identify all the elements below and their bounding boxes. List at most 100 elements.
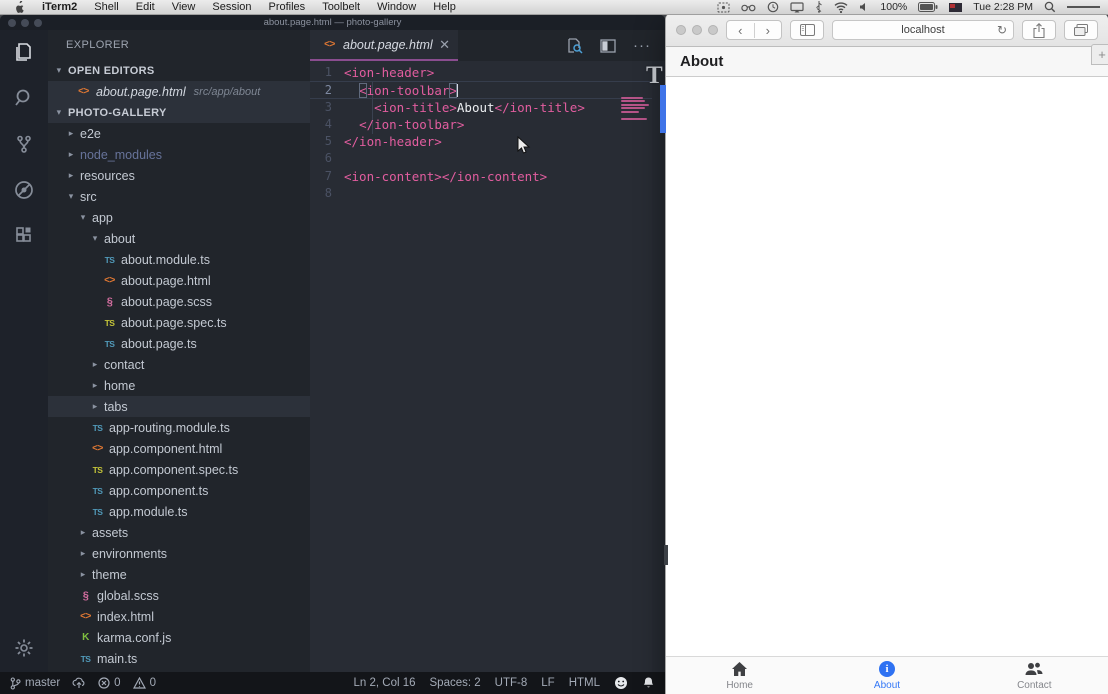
share-button[interactable] (1022, 20, 1056, 40)
sync-button[interactable] (72, 676, 86, 690)
tree-file-about.page.ts[interactable]: TSabout.page.ts (48, 333, 310, 354)
project-root-header[interactable]: ▾ PHOTO-GALLERY (48, 102, 310, 123)
debug-icon[interactable] (12, 178, 36, 202)
menu-profiles[interactable]: Profiles (269, 1, 306, 13)
menu-session[interactable]: Session (212, 1, 251, 13)
tree-file-about.page.spec.ts[interactable]: TSabout.page.spec.ts (48, 312, 310, 333)
tree-folder-environments[interactable]: ▸environments (48, 543, 310, 564)
code-line-4[interactable]: 4 </ion-toolbar> (310, 116, 665, 133)
input-source-flag-icon[interactable] (949, 3, 962, 12)
wifi-icon[interactable] (834, 2, 848, 13)
tree-folder-theme[interactable]: ▸theme (48, 564, 310, 585)
code-editor[interactable]: 1<ion-header>2 <ion-toolbar>3 <ion-title… (310, 61, 665, 672)
tree-folder-contact[interactable]: ▸contact (48, 354, 310, 375)
open-editors-header[interactable]: ▾ OPEN EDITORS (48, 60, 310, 81)
tree-file-karma.conf.js[interactable]: Kkarma.conf.js (48, 627, 310, 648)
tree-file-app.component.spec.ts[interactable]: TSapp.component.spec.ts (48, 459, 310, 480)
airplay-display-icon[interactable] (790, 2, 804, 13)
tree-folder-home[interactable]: ▸home (48, 375, 310, 396)
scrollbar-overview-ruler[interactable] (652, 61, 665, 672)
refresh-icon[interactable]: ↻ (997, 23, 1007, 37)
safari-traffic-lights[interactable] (676, 25, 718, 35)
glasses-icon[interactable] (741, 3, 756, 12)
spotlight-icon[interactable] (1044, 1, 1056, 13)
eol-setting[interactable]: LF (541, 677, 554, 689)
feedback-smiley-icon[interactable] (614, 676, 628, 690)
tree-file-global.scss[interactable]: §global.scss (48, 585, 310, 606)
menu-iterm2[interactable]: iTerm2 (42, 1, 77, 13)
tab-about[interactable]: i About (813, 657, 960, 694)
explorer-icon[interactable] (12, 40, 36, 64)
address-bar[interactable]: localhost ↻ (832, 20, 1014, 40)
notifications-bell-icon[interactable] (642, 676, 655, 690)
code-line-8[interactable]: 8 (310, 185, 665, 202)
encoding-setting[interactable]: UTF-8 (495, 677, 528, 689)
menu-view[interactable]: View (172, 1, 196, 13)
clock-icon[interactable] (767, 1, 779, 13)
tree-file-about.module.ts[interactable]: TSabout.module.ts (48, 249, 310, 270)
tree-folder-about[interactable]: ▾about (48, 228, 310, 249)
menu-window[interactable]: Window (377, 1, 416, 13)
volume-icon[interactable] (859, 2, 869, 12)
tree-file-index.html[interactable]: <>index.html (48, 606, 310, 627)
warning-count[interactable]: 0 (133, 677, 156, 689)
tree-file-main.ts[interactable]: TSmain.ts (48, 648, 310, 669)
git-branch-indicator[interactable]: master (10, 677, 60, 690)
tree-file-app.module.ts[interactable]: TSapp.module.ts (48, 501, 310, 522)
error-count[interactable]: 0 (98, 677, 120, 689)
tab-contact[interactable]: Contact (961, 657, 1108, 694)
code-line-7[interactable]: 7<ion-content></ion-content> (310, 168, 665, 185)
tree-file-about.page.html[interactable]: <>about.page.html (48, 270, 310, 291)
split-editor-icon[interactable] (600, 39, 616, 53)
tab-about-page-html[interactable]: <> about.page.html ✕ (310, 30, 458, 61)
tree-folder-src[interactable]: ▾src (48, 186, 310, 207)
close-window-button[interactable] (676, 25, 686, 35)
source-control-icon[interactable] (12, 132, 36, 156)
menu-edit[interactable]: Edit (136, 1, 155, 13)
close-tab-icon[interactable]: ✕ (439, 37, 450, 53)
tab-home[interactable]: Home (666, 657, 813, 694)
tree-file-app.component.ts[interactable]: TSapp.component.ts (48, 480, 310, 501)
tree-folder-tabs[interactable]: ▸tabs (48, 396, 310, 417)
code-line-3[interactable]: 3 <ion-title>About</ion-title> (310, 99, 665, 116)
code-line-5[interactable]: 5</ion-header> (310, 133, 665, 150)
minimap[interactable] (619, 95, 651, 122)
extensions-icon[interactable] (12, 224, 36, 248)
new-tab-button[interactable]: + (1091, 44, 1108, 65)
menu-help[interactable]: Help (433, 1, 456, 13)
tree-folder-resources[interactable]: ▸resources (48, 165, 310, 186)
dongle-icon[interactable] (815, 1, 823, 13)
open-preview-icon[interactable] (566, 37, 583, 54)
tree-file-about.page.scss[interactable]: §about.page.scss (48, 291, 310, 312)
more-actions-icon[interactable]: ··· (633, 37, 651, 54)
code-line-1[interactable]: 1<ion-header> (310, 64, 665, 81)
search-icon[interactable] (12, 86, 36, 110)
indentation-setting[interactable]: Spaces: 2 (430, 677, 481, 689)
sidebar-toggle-button[interactable] (790, 20, 824, 40)
tree-folder-assets[interactable]: ▸assets (48, 522, 310, 543)
tree-folder-e2e[interactable]: ▸e2e (48, 123, 310, 144)
url-text[interactable]: localhost (833, 24, 1013, 36)
minimize-window-button[interactable] (692, 25, 702, 35)
back-button[interactable]: ‹ (727, 23, 755, 38)
apple-menu-icon[interactable] (14, 1, 25, 13)
show-all-tabs-button[interactable] (1064, 20, 1098, 40)
notification-center-icon[interactable] (1067, 5, 1100, 10)
menu-toolbelt[interactable]: Toolbelt (322, 1, 360, 13)
tree-folder-node_modules[interactable]: ▸node_modules (48, 144, 310, 165)
screenshot-icon[interactable] (717, 2, 730, 13)
battery-icon[interactable] (918, 2, 938, 12)
vscode-titlebar[interactable]: about.page.html — photo-gallery (0, 15, 665, 30)
menu-shell[interactable]: Shell (94, 1, 118, 13)
code-line-6[interactable]: 6 (310, 150, 665, 167)
settings-gear-icon[interactable] (12, 636, 36, 660)
cursor-position[interactable]: Ln 2, Col 16 (354, 677, 416, 689)
tree-file-app.component.html[interactable]: <>app.component.html (48, 438, 310, 459)
language-mode[interactable]: HTML (569, 677, 600, 689)
tree-folder-app[interactable]: ▾app (48, 207, 310, 228)
forward-button[interactable]: › (755, 23, 782, 38)
code-line-2[interactable]: 2 <ion-toolbar> (310, 81, 665, 98)
open-editor-item[interactable]: <> about.page.html src/app/about (48, 81, 310, 102)
zoom-window-button[interactable] (708, 25, 718, 35)
tree-file-app-routing.module.ts[interactable]: TSapp-routing.module.ts (48, 417, 310, 438)
